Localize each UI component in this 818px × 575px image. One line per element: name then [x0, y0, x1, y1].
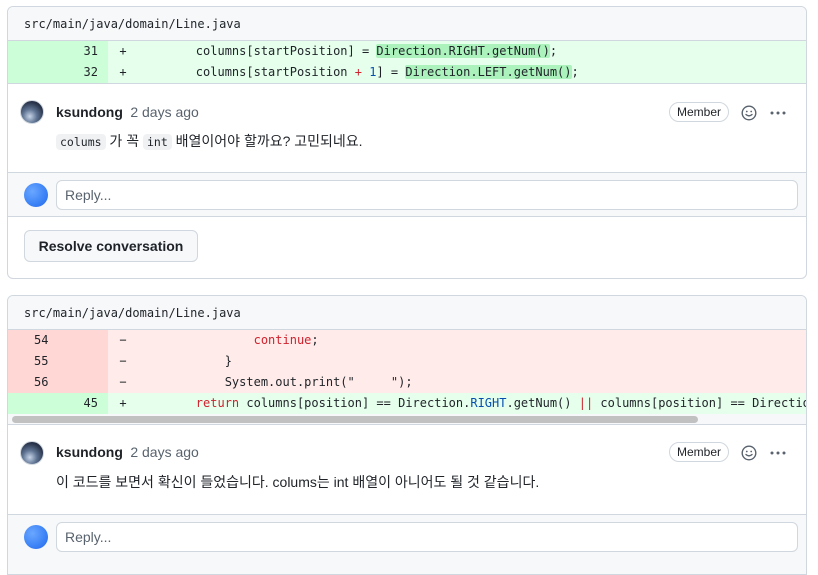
- diff-hunk: 54 − continue; 55 − } 56 − System.out.pr…: [8, 330, 806, 424]
- line-number[interactable]: 45: [8, 393, 108, 414]
- diff-line-added: 31 + columns[startPosition] = Direction.…: [8, 41, 806, 62]
- comment-header: ksundong 2 days ago: [56, 442, 199, 463]
- line-number[interactable]: 56: [8, 372, 108, 393]
- diff-line-added: 32 + columns[startPosition + 1] = Direct…: [8, 62, 806, 83]
- inline-code: int: [142, 134, 172, 150]
- comment-body: colums 가 꼭 int 배열이어야 할까요? 고민되네요.: [56, 130, 363, 153]
- file-path[interactable]: src/main/java/domain/Line.java: [8, 296, 806, 330]
- scrollbar-thumb[interactable]: [12, 416, 698, 423]
- comment-header: ksundong 2 days ago: [56, 102, 199, 123]
- current-user-avatar: [24, 525, 48, 549]
- diff-sign: −: [119, 354, 127, 368]
- file-path[interactable]: src/main/java/domain/Line.java: [8, 7, 806, 41]
- reply-input[interactable]: Reply...: [56, 180, 798, 210]
- diff-sign: +: [119, 65, 127, 79]
- diff-line-deleted: 54 − continue;: [8, 330, 806, 351]
- line-number[interactable]: 32: [8, 62, 108, 83]
- code-content: return columns[position] == Direction.RI…: [195, 396, 806, 410]
- avatar[interactable]: [20, 441, 44, 465]
- diff-line-added: 45 + return columns[position] == Directi…: [8, 393, 806, 414]
- reply-input[interactable]: Reply...: [56, 522, 798, 552]
- smiley-icon[interactable]: [739, 443, 759, 463]
- code-content: }: [224, 354, 232, 368]
- comment: ksundong 2 days ago Member colums 가 꼭 in…: [8, 84, 806, 171]
- code-content: columns[startPosition] = Direction.RIGHT…: [195, 44, 558, 58]
- diff-sign: +: [119, 396, 127, 410]
- line-number[interactable]: 55: [8, 351, 108, 372]
- comment-body: 이 코드를 보면서 확신이 들었습니다. colums는 int 배열이 아니어…: [56, 474, 540, 490]
- author-name[interactable]: ksundong: [56, 444, 123, 460]
- current-user-avatar: [24, 183, 48, 207]
- code-content: columns[startPosition + 1] = Direction.L…: [195, 65, 579, 79]
- reply-area: Reply...: [8, 172, 806, 217]
- diff-line-deleted: 55 − }: [8, 351, 806, 372]
- code-content: continue;: [253, 333, 319, 347]
- code-content: System.out.print(" ");: [224, 375, 413, 389]
- horizontal-scrollbar[interactable]: [8, 414, 806, 424]
- diff-sign: −: [119, 375, 127, 389]
- member-badge: Member: [668, 442, 729, 462]
- kebab-horizontal-icon[interactable]: [768, 103, 788, 123]
- smiley-icon[interactable]: [739, 103, 759, 123]
- reply-area: Reply...: [8, 514, 806, 574]
- inline-code: colums: [56, 134, 106, 150]
- diff-hunk: 31 + columns[startPosition] = Direction.…: [8, 41, 806, 83]
- diff-sign: −: [119, 333, 127, 347]
- review-thread-2: src/main/java/domain/Line.java 54 − cont…: [7, 295, 807, 575]
- kebab-horizontal-icon[interactable]: [768, 443, 788, 463]
- timestamp[interactable]: 2 days ago: [130, 444, 199, 460]
- diff-line-deleted: 56 − System.out.print(" ");: [8, 372, 806, 393]
- line-number[interactable]: 31: [8, 41, 108, 62]
- comment: ksundong 2 days ago Member 이 코드를 보면서 확신이…: [8, 425, 806, 505]
- line-number[interactable]: 54: [8, 330, 108, 351]
- avatar[interactable]: [20, 100, 44, 124]
- review-thread-1: src/main/java/domain/Line.java 31 + colu…: [7, 6, 807, 279]
- member-badge: Member: [668, 102, 729, 122]
- resolve-conversation-button[interactable]: Resolve conversation: [24, 230, 198, 262]
- diff-sign: +: [119, 44, 127, 58]
- timestamp[interactable]: 2 days ago: [130, 104, 199, 120]
- author-name[interactable]: ksundong: [56, 104, 123, 120]
